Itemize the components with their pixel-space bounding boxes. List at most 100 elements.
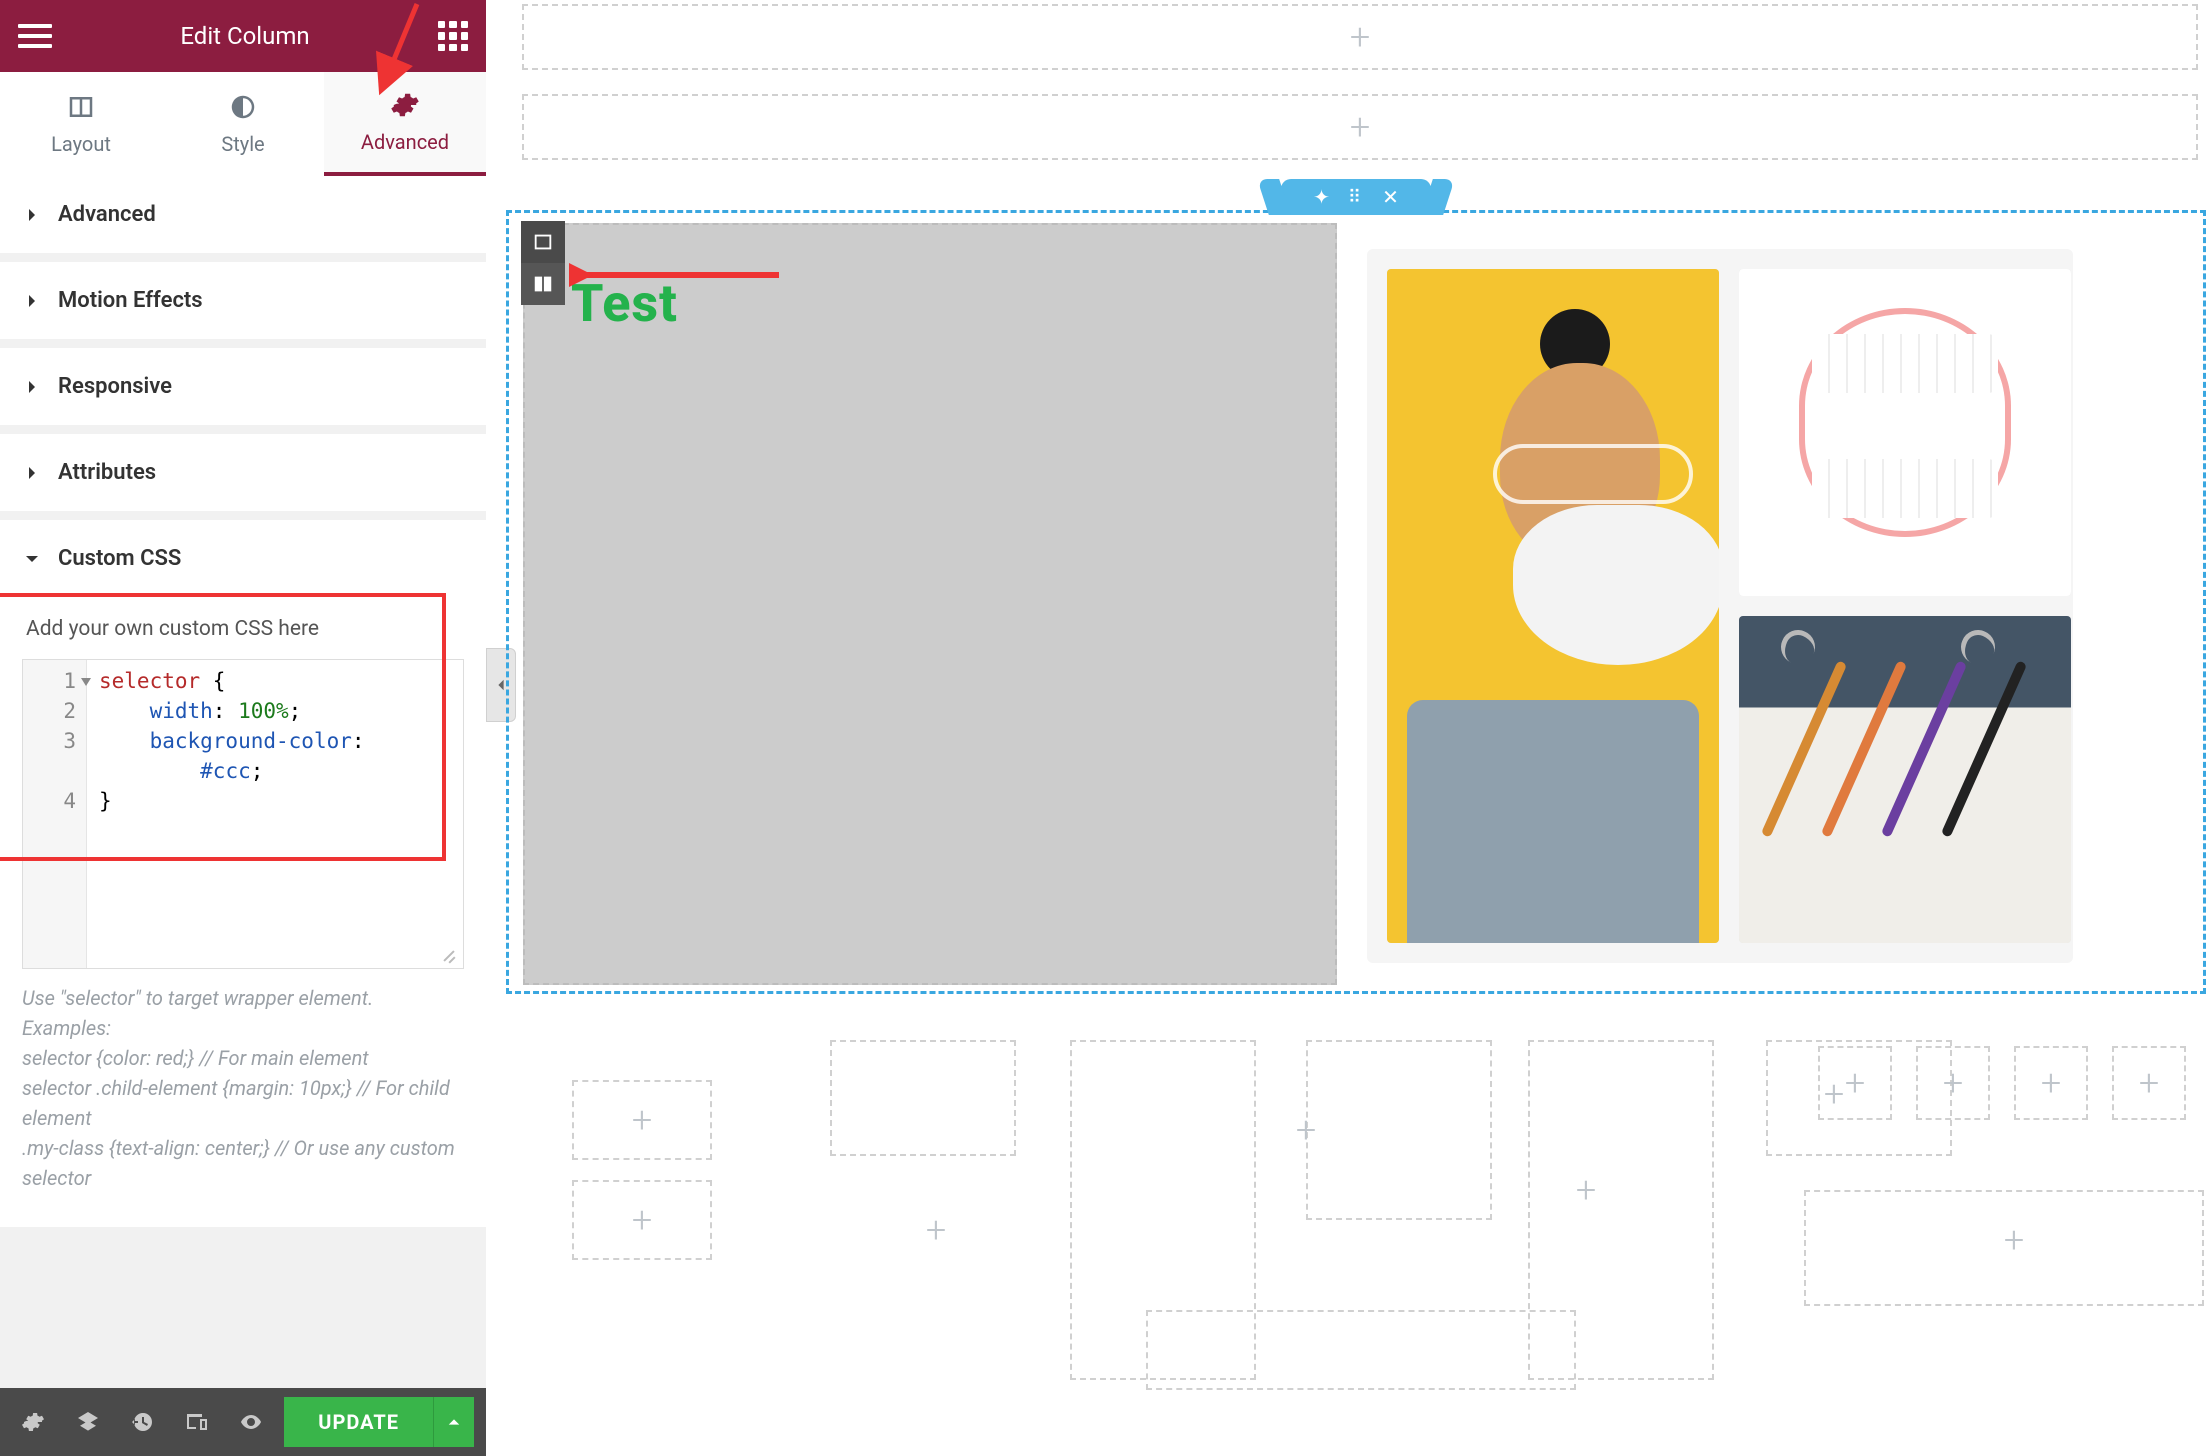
column-edit-handle[interactable] (521, 221, 565, 263)
plus-icon: + (2004, 1222, 2024, 1258)
add-widget-placeholder[interactable]: + (1916, 1046, 1990, 1120)
preview-button[interactable] (230, 1400, 272, 1444)
accordion-attributes: Attributes (0, 434, 486, 520)
add-widget-placeholder[interactable]: + (1276, 1100, 1336, 1160)
edited-column[interactable]: Test (523, 223, 1337, 985)
history-icon (130, 1410, 154, 1434)
tab-advanced[interactable]: Advanced (324, 72, 486, 176)
accordion-motion-header[interactable]: Motion Effects (0, 262, 486, 339)
accordion-customcss-label: Custom CSS (58, 546, 181, 571)
accordion-attributes-label: Attributes (58, 460, 156, 485)
navigator-button[interactable] (66, 1400, 108, 1444)
update-button-group: UPDATE (284, 1397, 474, 1447)
tab-advanced-label: Advanced (361, 130, 449, 154)
tab-style[interactable]: Style (162, 72, 324, 176)
gear-icon (21, 1410, 45, 1434)
editor-canvas[interactable]: + + ✦ ⠿ ✕ Test + (486, 0, 2210, 1456)
column-icon (532, 231, 554, 253)
add-widget-placeholder[interactable]: + (2112, 1046, 2186, 1120)
tab-style-label: Style (221, 132, 264, 156)
add-widget-placeholder[interactable] (1146, 1310, 1576, 1390)
add-widget-placeholder[interactable]: + (906, 1200, 966, 1260)
layers-icon (76, 1410, 100, 1434)
accordion-advanced-header[interactable]: Advanced (0, 176, 486, 253)
plus-icon: + (926, 1212, 946, 1248)
customcss-hint: Use "selector" to target wrapper element… (22, 969, 464, 1203)
sidebar-footer: UPDATE (0, 1388, 486, 1456)
gutter-line: 2 (23, 696, 76, 726)
add-widget-placeholder[interactable]: + (2014, 1046, 2088, 1120)
gallery-column[interactable] (1367, 249, 2073, 963)
accordion-advanced: Advanced (0, 176, 486, 262)
devices-icon (185, 1410, 209, 1434)
chevron-right-icon (24, 379, 40, 395)
gallery-image-teeth-model[interactable] (1739, 269, 2071, 596)
accordion-responsive-label: Responsive (58, 374, 172, 399)
accordion-motion-label: Motion Effects (58, 288, 203, 313)
selected-section[interactable]: ✦ ⠿ ✕ Test (506, 210, 2206, 994)
drag-handle-icon[interactable]: ⠿ (1348, 187, 1364, 208)
tab-layout[interactable]: Layout (0, 72, 162, 176)
gutter-line (23, 756, 76, 786)
responsive-button[interactable] (175, 1400, 217, 1444)
eye-icon (239, 1410, 263, 1434)
sidebar-tabs: Layout Style Advanced (0, 72, 486, 176)
add-section-placeholder[interactable]: + (522, 4, 2198, 70)
add-widget-placeholder[interactable] (830, 1040, 1016, 1156)
history-button[interactable] (121, 1400, 163, 1444)
add-widget-placeholder[interactable]: + (572, 1180, 712, 1260)
heading-widget-test[interactable]: Test (571, 273, 678, 334)
gallery-image-tools[interactable] (1739, 616, 2071, 943)
chevron-down-icon (24, 551, 40, 567)
settings-button[interactable] (12, 1400, 54, 1444)
plus-icon: + (1350, 109, 1370, 145)
sidebar-title: Edit Column (180, 22, 309, 50)
plus-icon: + (1296, 1112, 1316, 1148)
accordion-attributes-header[interactable]: Attributes (0, 434, 486, 511)
tab-layout-label: Layout (51, 132, 111, 156)
customcss-field-label: Add your own custom CSS here (26, 617, 464, 641)
plus-icon: + (1943, 1065, 1963, 1101)
plus-icon: + (2139, 1065, 2159, 1101)
accordion-customcss: Custom CSS Add your own custom CSS here … (0, 520, 486, 1236)
add-icon[interactable]: ✦ (1313, 185, 1330, 209)
update-button[interactable]: UPDATE (284, 1397, 434, 1447)
add-widget-placeholder[interactable]: + (572, 1080, 712, 1160)
accordion-advanced-label: Advanced (58, 202, 156, 227)
sidebar-body: Advanced Motion Effects Responsive Attri… (0, 176, 486, 1388)
section-toolbar[interactable]: ✦ ⠿ ✕ (1281, 179, 1431, 215)
columns-icon (532, 273, 554, 295)
chevron-right-icon (24, 293, 40, 309)
style-icon (228, 92, 258, 122)
plus-icon: + (1845, 1065, 1865, 1101)
layout-icon (66, 92, 96, 122)
accordion-motion: Motion Effects (0, 262, 486, 348)
plus-icon: + (2041, 1065, 2061, 1101)
sidebar-header: Edit Column (0, 0, 486, 72)
update-dropdown[interactable] (434, 1397, 474, 1447)
accordion-customcss-header[interactable]: Custom CSS (0, 520, 486, 597)
add-section-placeholder[interactable]: + (522, 94, 2198, 160)
customcss-editor[interactable]: 1 2 3 4 selector { width: 100%; backgrou… (22, 659, 464, 969)
resize-handle[interactable] (441, 946, 459, 964)
add-widget-placeholder[interactable]: + (1984, 1210, 2044, 1270)
gallery-image-dentist[interactable] (1387, 269, 1719, 943)
widgets-grid-icon[interactable] (438, 21, 468, 51)
column-edit-button[interactable] (521, 263, 565, 305)
accordion-responsive-header[interactable]: Responsive (0, 348, 486, 425)
add-widget-placeholder[interactable]: + (1818, 1046, 1892, 1120)
plus-icon: + (1350, 19, 1370, 55)
add-widget-placeholder[interactable]: + (1556, 1160, 1616, 1220)
gutter-line: 1 (23, 666, 76, 696)
gear-icon (390, 90, 420, 120)
menu-icon[interactable] (18, 19, 52, 53)
accordion-responsive: Responsive (0, 348, 486, 434)
plus-icon: + (632, 1102, 652, 1138)
editor-sidebar: Edit Column Layout Style Advanced Advanc… (0, 0, 486, 1456)
code-gutter: 1 2 3 4 (23, 660, 87, 968)
plus-icon: + (1576, 1172, 1596, 1208)
plus-icon: + (632, 1202, 652, 1238)
chevron-right-icon (24, 465, 40, 481)
chevron-up-icon (447, 1415, 461, 1429)
close-icon[interactable]: ✕ (1382, 185, 1399, 209)
